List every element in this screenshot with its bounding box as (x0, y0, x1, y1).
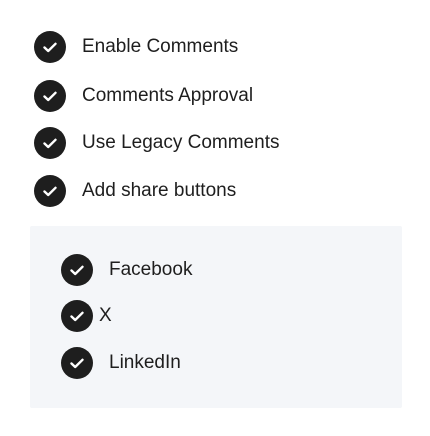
use-legacy-comments-label: Use Legacy Comments (82, 132, 280, 153)
share-facebook-label: Facebook (109, 259, 193, 280)
share-x-option[interactable]: X (61, 300, 112, 332)
share-linkedin-label: LinkedIn (109, 352, 181, 373)
enable-comments-label: Enable Comments (82, 36, 239, 57)
comments-approval-toggle[interactable] (34, 80, 66, 112)
use-legacy-comments-option[interactable]: Use Legacy Comments (34, 127, 279, 159)
checkmark-icon (70, 311, 84, 321)
use-legacy-comments-toggle[interactable] (34, 127, 66, 159)
share-x-toggle[interactable] (61, 300, 93, 332)
checkmark-icon (70, 265, 84, 275)
add-share-buttons-option[interactable]: Add share buttons (34, 175, 236, 207)
checkmark-icon (43, 186, 57, 196)
share-x-label: X (99, 305, 112, 326)
share-facebook-option[interactable]: Facebook (61, 254, 192, 286)
checkmark-icon (43, 138, 57, 148)
share-linkedin-option[interactable]: LinkedIn (61, 347, 181, 379)
checkmark-icon (70, 358, 84, 368)
enable-comments-toggle[interactable] (34, 31, 66, 63)
add-share-buttons-toggle[interactable] (34, 175, 66, 207)
comments-approval-label: Comments Approval (82, 85, 254, 106)
add-share-buttons-label: Add share buttons (82, 180, 237, 201)
share-linkedin-toggle[interactable] (61, 347, 93, 379)
checkmark-icon (43, 42, 57, 52)
checkmark-icon (43, 91, 57, 101)
share-facebook-toggle[interactable] (61, 254, 93, 286)
enable-comments-option[interactable]: Enable Comments (34, 31, 238, 63)
comments-approval-option[interactable]: Comments Approval (34, 80, 253, 112)
